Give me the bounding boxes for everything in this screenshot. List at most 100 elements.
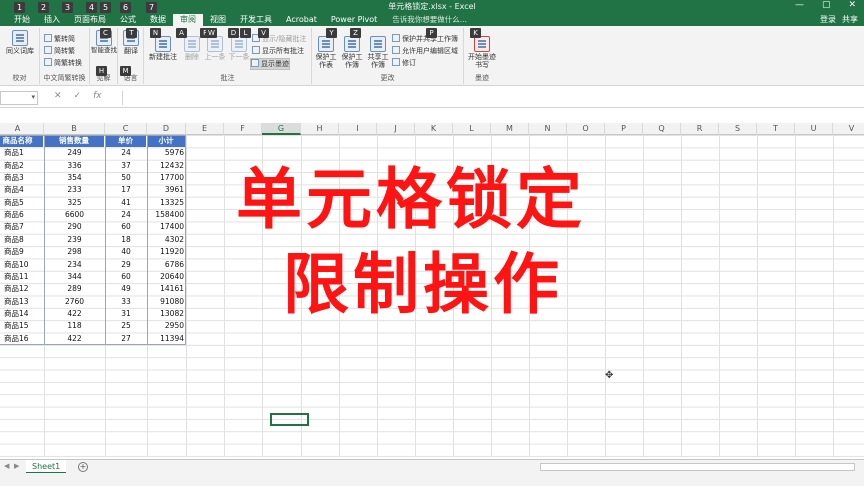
tell-me-search[interactable]: 告诉我你想要做什么... <box>384 14 467 26</box>
column-header-j[interactable]: J <box>377 123 415 135</box>
tab-power-pivot[interactable]: Power Pivot <box>324 14 384 26</box>
table-cell[interactable]: 17700 <box>147 172 186 184</box>
column-header-n[interactable]: N <box>529 123 567 135</box>
table-header-cell[interactable]: 小计 <box>147 135 185 147</box>
previous-comment-button[interactable]: 上一条 <box>204 36 226 62</box>
table-cell[interactable]: 商品5 <box>2 197 44 209</box>
column-header-c[interactable]: C <box>105 123 147 135</box>
keytip-m[interactable]: M <box>120 66 131 76</box>
column-header-i[interactable]: I <box>339 123 377 135</box>
table-cell[interactable]: 249 <box>44 147 105 159</box>
table-cell[interactable]: 118 <box>44 320 105 332</box>
column-header-g[interactable]: G <box>262 123 301 135</box>
tab-review[interactable]: 审阅 <box>173 14 203 26</box>
horizontal-scrollbar[interactable] <box>540 463 855 471</box>
column-header-t[interactable]: T <box>757 123 795 135</box>
tab-home[interactable]: 开始 <box>0 14 37 26</box>
table-cell[interactable]: 422 <box>44 308 105 320</box>
tab-insert[interactable]: 插入 <box>37 14 67 26</box>
table-cell[interactable]: 20640 <box>147 271 186 283</box>
table-cell[interactable]: 商品9 <box>2 246 44 258</box>
selected-cell[interactable] <box>270 413 309 426</box>
table-cell[interactable]: 商品6 <box>2 209 44 221</box>
scroll-right-icon[interactable]: ▶ <box>14 462 19 470</box>
login-link[interactable]: 登录 <box>820 14 836 26</box>
keytip-t[interactable]: T <box>126 28 137 38</box>
thesaurus-button[interactable]: 同义词库 <box>2 30 38 56</box>
delete-comment-button[interactable]: 删除 <box>182 36 202 62</box>
cancel-icon[interactable]: ✕ <box>54 91 62 101</box>
next-comment-button[interactable]: 下一条 <box>228 36 250 62</box>
table-cell[interactable]: 商品15 <box>2 320 44 332</box>
keytip-p[interactable]: P <box>426 28 437 38</box>
track-changes-button[interactable]: 修订 <box>392 58 416 68</box>
table-cell[interactable]: 商品14 <box>2 308 44 320</box>
table-cell[interactable]: 27 <box>105 333 147 345</box>
table-cell[interactable]: 11920 <box>147 246 186 258</box>
table-cell[interactable]: 商品13 <box>2 296 44 308</box>
scroll-left-icon[interactable]: ◀ <box>4 462 9 470</box>
show-all-comments-button[interactable]: 显示所有批注 <box>252 46 304 56</box>
start-inking-button[interactable]: 开始墨迹书写 <box>465 36 499 69</box>
table-cell[interactable]: 31 <box>105 308 147 320</box>
column-header-q[interactable]: Q <box>643 123 681 135</box>
chevron-down-icon[interactable]: ▾ <box>31 93 35 101</box>
table-cell[interactable]: 29 <box>105 259 147 271</box>
chinese-conversion-button[interactable]: 简繁转换 <box>44 58 82 68</box>
column-header-o[interactable]: O <box>567 123 605 135</box>
table-cell[interactable]: 商品7 <box>2 221 44 233</box>
table-cell[interactable]: 344 <box>44 271 105 283</box>
column-header-r[interactable]: R <box>681 123 719 135</box>
table-cell[interactable]: 5976 <box>147 147 186 159</box>
table-cell[interactable]: 24 <box>105 147 147 159</box>
enter-icon[interactable]: ✓ <box>74 91 82 101</box>
keytip-d[interactable]: D <box>228 28 239 38</box>
keytip-c[interactable]: C <box>100 28 111 38</box>
column-header-m[interactable]: M <box>491 123 529 135</box>
protect-sheet-button[interactable]: 保护工作表 <box>314 36 338 69</box>
tab-developer[interactable]: 开发工具 <box>233 14 279 26</box>
table-cell[interactable]: 25 <box>105 320 147 332</box>
keytip-v[interactable]: V <box>258 28 269 38</box>
table-cell[interactable]: 325 <box>44 197 105 209</box>
table-cell[interactable]: 422 <box>44 333 105 345</box>
close-icon[interactable]: ✕ <box>848 0 856 10</box>
table-cell[interactable]: 6786 <box>147 259 186 271</box>
column-header-u[interactable]: U <box>795 123 833 135</box>
table-cell[interactable]: 商品8 <box>2 234 44 246</box>
column-header-f[interactable]: F <box>224 123 262 135</box>
table-cell[interactable]: 14161 <box>147 283 186 295</box>
column-header-p[interactable]: P <box>605 123 643 135</box>
function-icon[interactable]: fx <box>93 91 102 101</box>
table-cell[interactable]: 商品12 <box>2 283 44 295</box>
new-comment-button[interactable]: 新建批注 <box>146 36 180 62</box>
table-cell[interactable]: 336 <box>44 160 105 172</box>
column-header-v[interactable]: V <box>833 123 864 135</box>
tab-data[interactable]: 数据 <box>143 14 173 26</box>
table-cell[interactable]: 234 <box>44 259 105 271</box>
table-cell[interactable]: 商品16 <box>2 333 44 345</box>
keytip-a[interactable]: A <box>176 28 187 38</box>
column-header-a[interactable]: A <box>0 123 44 135</box>
table-header-cell[interactable]: 商品名称 <box>0 135 43 147</box>
table-cell[interactable]: 2950 <box>147 320 186 332</box>
column-header-e[interactable]: E <box>186 123 224 135</box>
table-cell[interactable]: 17 <box>105 184 147 196</box>
add-sheet-icon[interactable]: + <box>78 462 88 472</box>
show-ink-button[interactable]: 显示墨迹 <box>250 58 290 70</box>
table-cell[interactable]: 354 <box>44 172 105 184</box>
tab-acrobat[interactable]: Acrobat <box>279 14 324 26</box>
table-cell[interactable]: 91080 <box>147 296 186 308</box>
table-cell[interactable]: 6600 <box>44 209 105 221</box>
tab-formulas[interactable]: 公式 <box>113 14 143 26</box>
table-cell[interactable]: 41 <box>105 197 147 209</box>
formula-input[interactable] <box>122 91 862 105</box>
table-cell[interactable]: 60 <box>105 271 147 283</box>
table-cell[interactable]: 商品2 <box>2 160 44 172</box>
column-header-h[interactable]: H <box>301 123 339 135</box>
tab-page-layout[interactable]: 页面布局 <box>67 14 113 26</box>
keytip-y[interactable]: Y <box>326 28 337 38</box>
table-cell[interactable]: 290 <box>44 221 105 233</box>
table-cell[interactable]: 13082 <box>147 308 186 320</box>
table-cell[interactable]: 13325 <box>147 197 186 209</box>
